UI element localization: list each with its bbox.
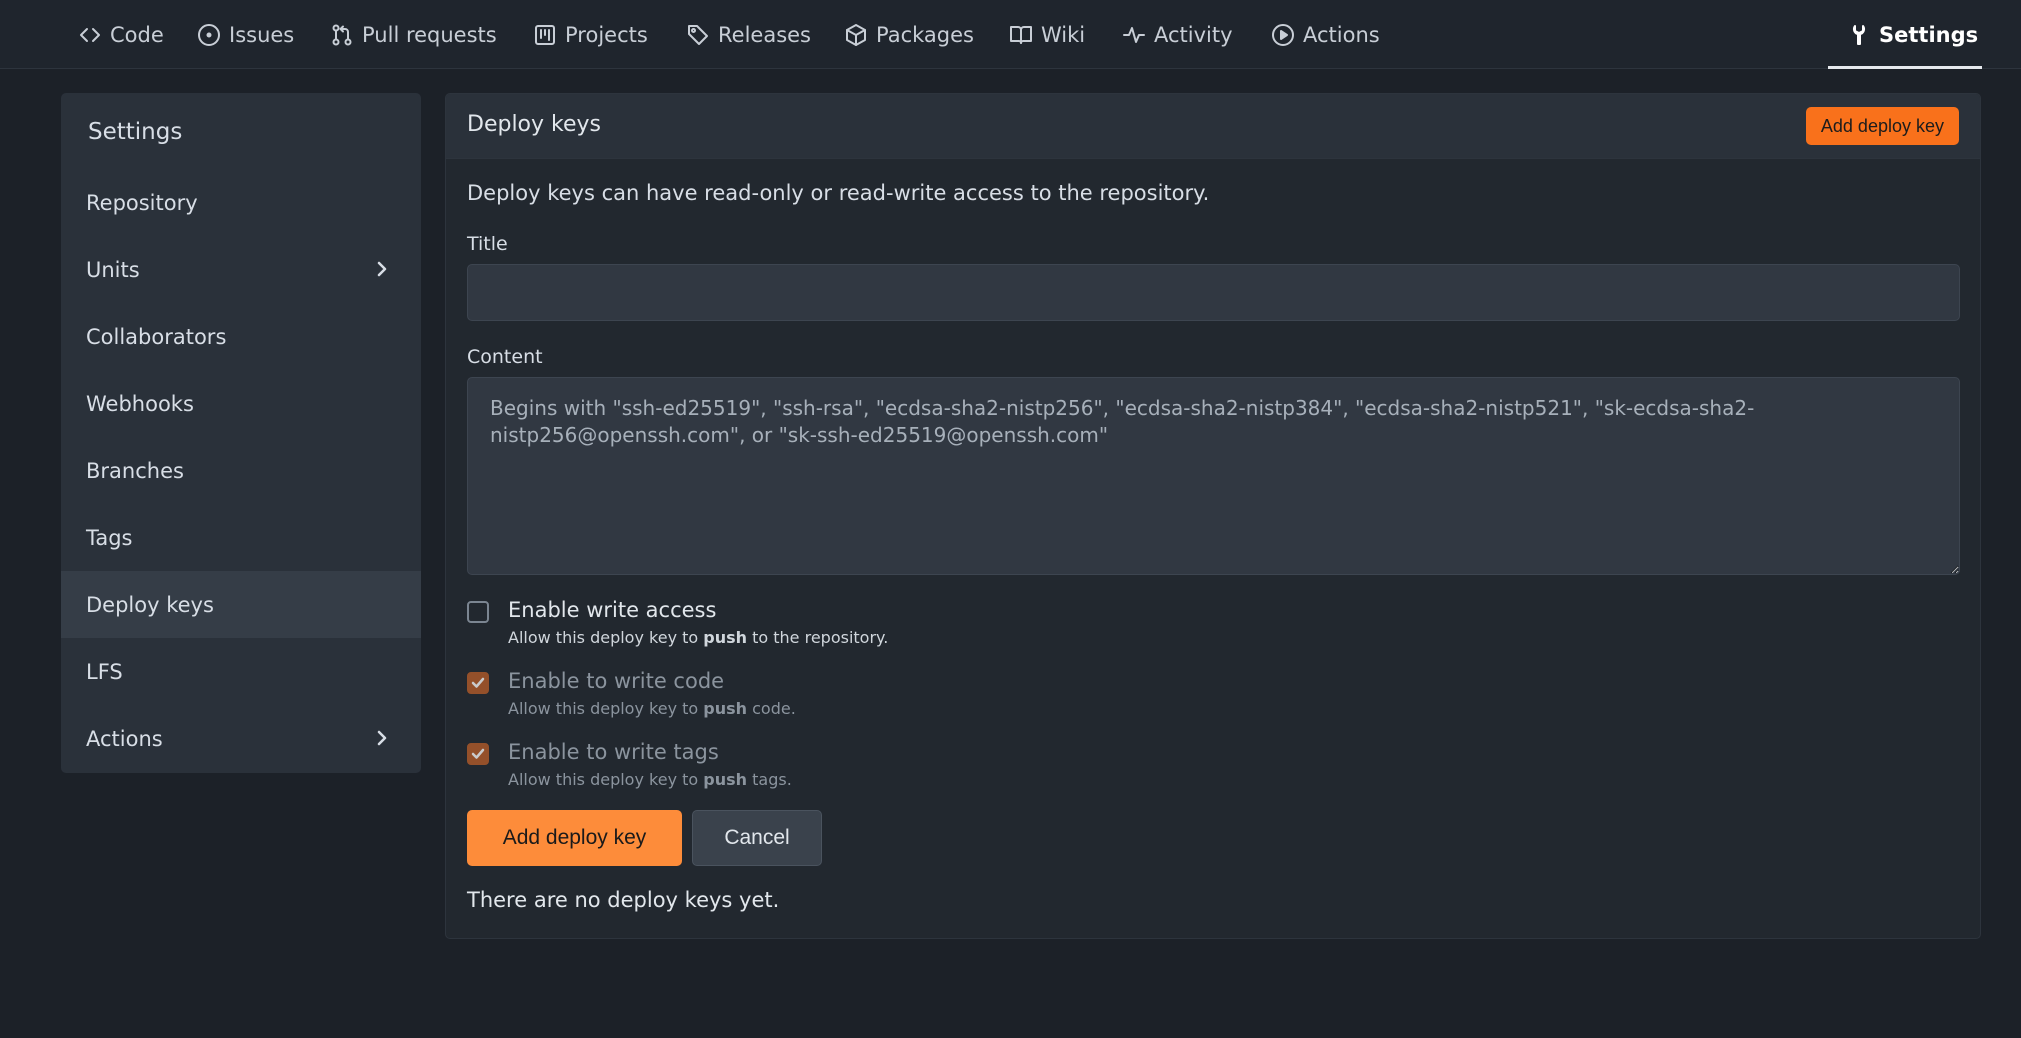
tab-label: Actions xyxy=(1303,22,1380,47)
option-write-tags: Enable to write tags Allow this deploy k… xyxy=(467,740,1167,790)
chevron-right-icon xyxy=(377,261,387,277)
description-text: Deploy keys can have read-only or read-w… xyxy=(467,181,1210,205)
sidebar-item-collaborators[interactable]: Collaborators xyxy=(61,303,421,370)
package-icon xyxy=(846,23,866,46)
sidebar-item-branches[interactable]: Branches xyxy=(61,437,421,504)
code-icon xyxy=(80,27,100,42)
option-title: Enable to write code xyxy=(508,669,725,693)
tab-activity[interactable]: Activity xyxy=(1122,0,1233,69)
sidebar-item-label: Repository xyxy=(86,190,198,215)
tab-pull-requests[interactable]: Pull requests xyxy=(330,0,497,69)
issue-icon xyxy=(198,23,220,46)
option-title: Enable write access xyxy=(508,598,717,622)
write-code-checkbox[interactable] xyxy=(467,672,489,694)
sidebar-item-webhooks[interactable]: Webhooks xyxy=(61,370,421,437)
tab-label: Releases xyxy=(718,22,811,47)
sidebar-item-label: Actions xyxy=(86,726,163,751)
tab-packages[interactable]: Packages xyxy=(844,0,974,69)
pull-request-icon xyxy=(332,24,352,45)
tab-label: Code xyxy=(110,22,164,47)
tab-label: Wiki xyxy=(1041,22,1086,47)
sidebar-title: Settings xyxy=(88,119,183,145)
write-access-checkbox[interactable] xyxy=(467,601,489,623)
panel-header: Deploy keys Add deploy key xyxy=(446,94,1980,159)
repo-nav: Code Issues Pull requests Projects Relea… xyxy=(0,0,2021,69)
tab-label: Pull requests xyxy=(362,22,497,47)
title-label: Title xyxy=(467,233,508,255)
sidebar-item-label: Units xyxy=(86,257,140,282)
page-title: Deploy keys xyxy=(467,112,601,137)
sidebar-item-actions[interactable]: Actions xyxy=(61,705,421,772)
option-description: Allow this deploy key to push code. xyxy=(508,699,796,718)
pulse-icon xyxy=(1123,26,1145,43)
option-description: Allow this deploy key to push tags. xyxy=(508,770,792,789)
project-icon xyxy=(535,24,555,45)
tab-label: Issues xyxy=(229,22,295,47)
option-title: Enable to write tags xyxy=(508,740,719,764)
sidebar-item-label: Collaborators xyxy=(86,324,227,349)
sidebar-item-label: Webhooks xyxy=(86,391,194,416)
active-tab-indicator xyxy=(1828,66,1982,69)
checkmark-icon xyxy=(471,748,485,759)
book-icon xyxy=(1010,25,1032,44)
settings-sidebar: Settings Repository Units Collaborators … xyxy=(61,93,421,773)
content-textarea[interactable] xyxy=(467,377,1960,575)
sidebar-item-lfs[interactable]: LFS xyxy=(61,638,421,705)
deploy-keys-panel: Deploy keys Add deploy key Deploy keys c… xyxy=(445,93,1981,939)
sidebar-item-units[interactable]: Units xyxy=(61,236,421,303)
sidebar-item-label: Branches xyxy=(86,458,184,483)
tab-label: Projects xyxy=(565,22,648,47)
chevron-right-icon xyxy=(377,730,387,746)
tab-projects[interactable]: Projects xyxy=(533,0,648,69)
sidebar-item-label: Deploy keys xyxy=(86,592,214,617)
tab-issues[interactable]: Issues xyxy=(197,0,294,69)
add-deploy-key-button[interactable]: Add deploy key xyxy=(467,810,682,866)
tab-wiki[interactable]: Wiki xyxy=(1009,0,1085,69)
option-write-access: Enable write access Allow this deploy ke… xyxy=(467,598,1167,648)
tool-icon xyxy=(1852,24,1866,45)
add-deploy-key-header-button[interactable]: Add deploy key xyxy=(1805,107,1959,145)
tab-label: Settings xyxy=(1879,22,1979,47)
cancel-button[interactable]: Cancel xyxy=(692,810,822,866)
option-write-code: Enable to write code Allow this deploy k… xyxy=(467,669,1167,719)
sidebar-item-repository[interactable]: Repository xyxy=(61,169,421,236)
tab-code[interactable]: Code xyxy=(78,0,164,69)
content-label: Content xyxy=(467,346,543,368)
sidebar-item-deploy-keys[interactable]: Deploy keys xyxy=(61,571,421,638)
tag-icon xyxy=(688,24,708,45)
write-tags-checkbox[interactable] xyxy=(467,743,489,765)
tab-label: Packages xyxy=(876,22,974,47)
sidebar-item-label: Tags xyxy=(86,525,133,550)
tab-label: Activity xyxy=(1154,22,1233,47)
sidebar-item-tags[interactable]: Tags xyxy=(61,504,421,571)
checkmark-icon xyxy=(471,677,485,688)
sidebar-item-label: LFS xyxy=(86,659,123,684)
tab-actions[interactable]: Actions xyxy=(1271,0,1380,69)
tab-releases[interactable]: Releases xyxy=(686,0,811,69)
title-input[interactable] xyxy=(467,264,1960,321)
empty-state-text: There are no deploy keys yet. xyxy=(467,888,780,912)
option-description: Allow this deploy key to push to the rep… xyxy=(508,628,889,647)
play-icon xyxy=(1272,23,1294,46)
tab-settings[interactable]: Settings xyxy=(1828,0,1982,69)
